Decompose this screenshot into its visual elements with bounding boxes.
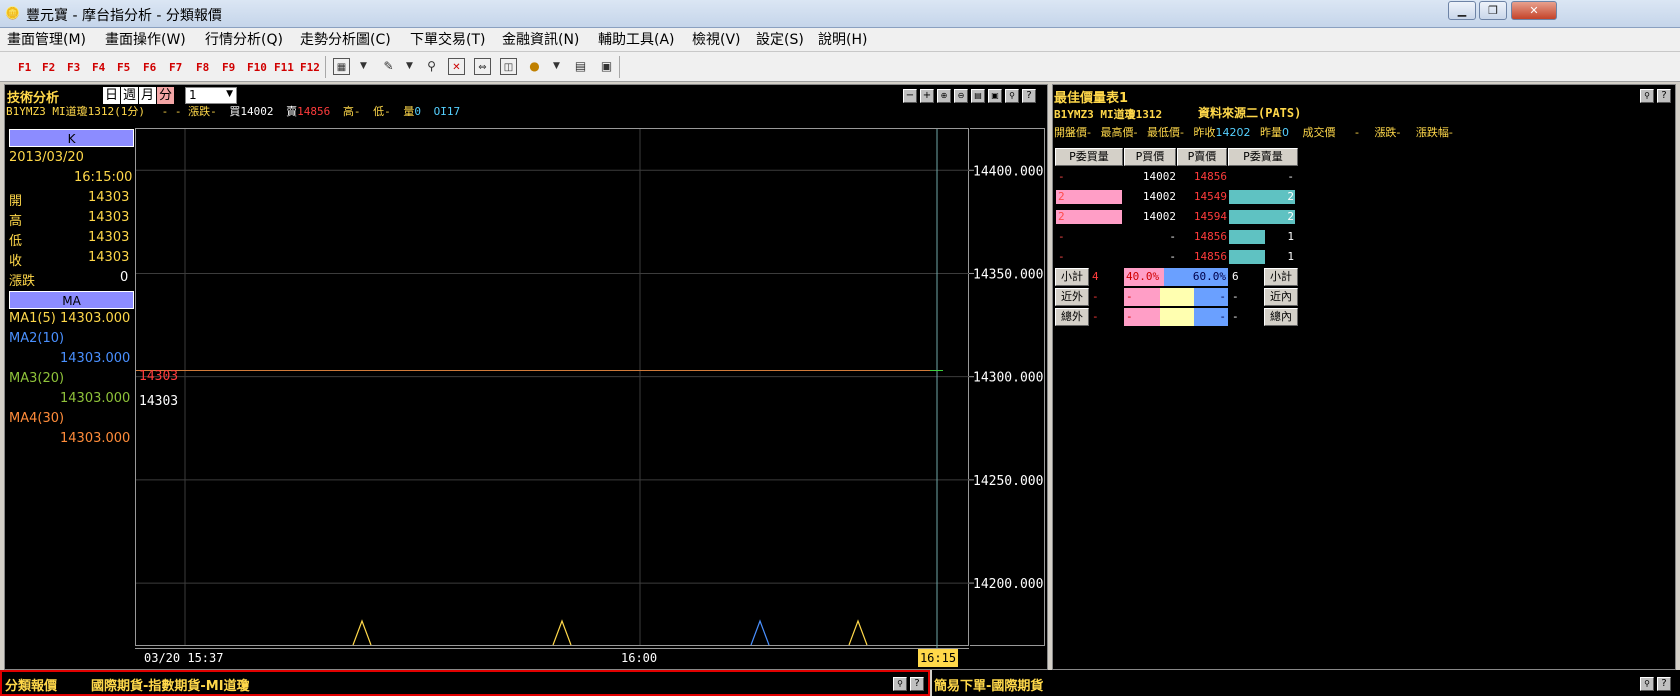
prev-close-label: 昨收 <box>1193 126 1216 139</box>
y-tick-label: 14250.000 <box>973 474 1043 489</box>
bid-qty: - <box>1058 250 1065 263</box>
prev-close-value: 14202 <box>1215 126 1251 139</box>
search-icon[interactable]: ⚲ <box>893 677 907 691</box>
total-mid-bar <box>1160 308 1194 326</box>
low-price-label: 最低價- <box>1146 126 1184 139</box>
total-outer-value: - <box>1092 310 1099 323</box>
help-button[interactable]: ? <box>910 677 924 691</box>
ask-price: 14594 <box>1193 210 1227 223</box>
quick-order-panel[interactable] <box>932 670 1680 696</box>
x-label-start: 03/20 15:37 <box>144 651 224 665</box>
col-bid-price: P買價 <box>1124 148 1176 166</box>
total-inner-label: 總內 <box>1264 308 1298 326</box>
bid-price: 14002 <box>1142 210 1176 223</box>
bid-price: 14002 <box>1142 170 1176 183</box>
near-inner-label: 近內 <box>1264 288 1298 306</box>
total-sell-bar: - <box>1194 308 1228 326</box>
help-button[interactable]: ? <box>1657 677 1671 691</box>
ask-price: 14856 <box>1193 170 1227 183</box>
ask-qty: 1 <box>1287 250 1294 263</box>
x-axis <box>135 648 969 668</box>
category-quote-title: 分類報價 <box>5 679 58 694</box>
volume-peak <box>750 619 770 646</box>
bid-qty: - <box>1058 170 1065 183</box>
ask-qty: 2 <box>1287 190 1294 203</box>
volume-peak <box>848 619 868 646</box>
ask-qty: - <box>1287 170 1294 183</box>
y-tick-label: 14400.000 <box>973 164 1043 179</box>
best-symbol: B1YMZ3 MI道瓊1312 <box>1054 108 1163 121</box>
data-source: 資料來源二(PATS) <box>1198 106 1302 120</box>
sell-ratio-bar: 60.0% <box>1164 268 1228 286</box>
bid-qty-bar <box>1056 210 1122 224</box>
near-outer-label: 近外 <box>1055 288 1089 306</box>
chg-pct-label: 漲跌幅- <box>1415 126 1453 139</box>
total-outer-label: 總外 <box>1055 308 1089 326</box>
x-label-mid: 16:00 <box>621 651 658 665</box>
best-panel-title: 最佳價量表1 <box>1054 91 1129 106</box>
open-price-label: 開盤價- <box>1054 126 1091 139</box>
col-ask-qty: P委賣量 <box>1228 148 1298 166</box>
col-bid-qty: P委買量 <box>1055 148 1123 166</box>
volume-peak <box>552 619 572 646</box>
ask-qty: 2 <box>1287 210 1294 223</box>
bid-price: - <box>1169 230 1176 243</box>
category-path: 國際期貨-指數期貨-MI道瓊 <box>91 679 250 694</box>
chg-label: 漲跌- <box>1374 126 1401 139</box>
subtotal-right-label: 小計 <box>1264 268 1298 286</box>
y-tick-label: 14300.000 <box>973 371 1043 386</box>
bid-qty: 2 <box>1058 210 1065 223</box>
near-mid-bar <box>1160 288 1194 306</box>
search-icon[interactable]: ⚲ <box>1640 677 1654 691</box>
buy-ratio-bar: 40.0% <box>1124 268 1164 286</box>
prev-volume-label: 昨量 <box>1259 126 1282 139</box>
y-tick-label: 14350.000 <box>973 267 1043 282</box>
y-tick-label: 14200.000 <box>973 577 1043 592</box>
ask-price: 14856 <box>1193 230 1227 243</box>
near-inner-value: - <box>1232 290 1239 303</box>
bid-qty-bar <box>1056 190 1122 204</box>
ask-qty: 1 <box>1287 230 1294 243</box>
bid-qty: 2 <box>1058 190 1065 203</box>
prev-volume-value: 0 <box>1281 126 1289 139</box>
col-ask-price: P賣價 <box>1177 148 1227 166</box>
volume-peak <box>352 619 372 646</box>
ask-price: 14856 <box>1193 250 1227 263</box>
subtotal-left-label: 小計 <box>1055 268 1089 286</box>
trade-price-value: - <box>1354 126 1359 139</box>
total-inner-value: - <box>1232 310 1239 323</box>
near-buy-bar: - <box>1124 288 1160 306</box>
subtotal-left-value: 4 <box>1092 270 1099 283</box>
bid-price: 14002 <box>1142 190 1176 203</box>
trade-price-label: 成交價 <box>1302 126 1336 139</box>
price-tag-white: 14303 <box>139 394 179 409</box>
search-icon[interactable]: ⚲ <box>1640 89 1654 103</box>
near-sell-bar: - <box>1194 288 1228 306</box>
subtotal-right-value: 6 <box>1232 270 1239 283</box>
price-tag-red: 14303 <box>139 369 179 384</box>
quick-order-title: 簡易下單-國際期貨 <box>934 679 1044 694</box>
x-label-current: 16:15 <box>918 649 958 667</box>
high-price-label: 最高價- <box>1100 126 1138 139</box>
ask-price: 14549 <box>1193 190 1227 203</box>
bid-price: - <box>1169 250 1176 263</box>
near-outer-value: - <box>1092 290 1099 303</box>
help-button[interactable]: ? <box>1657 89 1671 103</box>
total-buy-bar: - <box>1124 308 1160 326</box>
best-summary-line: 開盤價- 最高價- 最低價- 昨收14202 昨量0 成交價 - 漲跌- 漲跌幅… <box>1054 124 1453 140</box>
bid-qty: - <box>1058 230 1065 243</box>
